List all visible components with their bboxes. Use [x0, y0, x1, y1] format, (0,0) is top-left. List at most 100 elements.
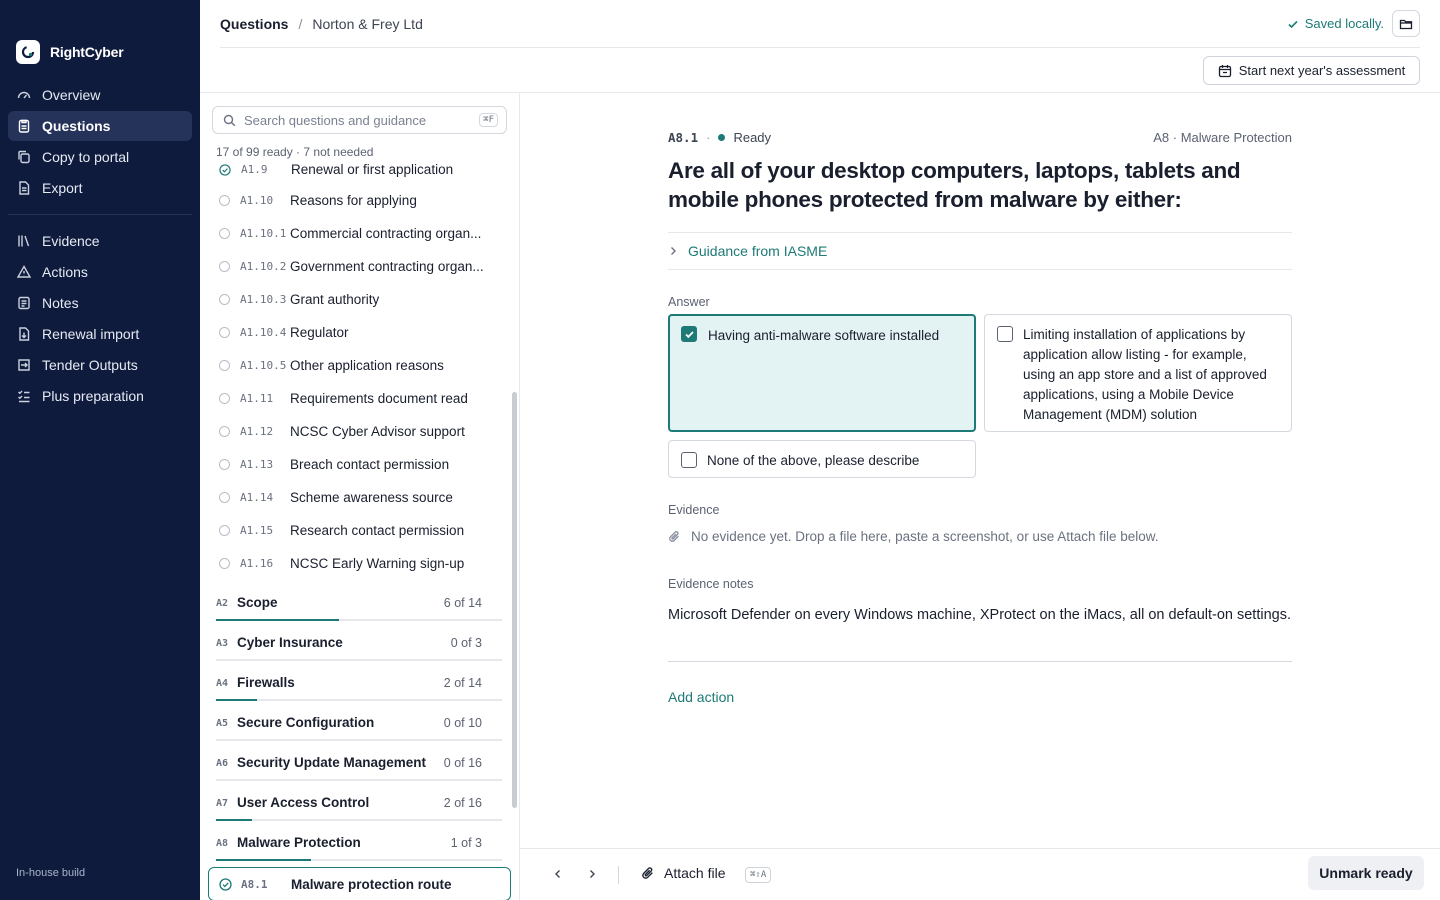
warning-icon [16, 265, 32, 278]
question-title: NCSC Cyber Advisor support [290, 424, 465, 439]
nav-item-copy-to-portal[interactable]: Copy to portal [8, 142, 192, 172]
nav-item-export[interactable]: Export [8, 173, 192, 203]
status-circle-icon [219, 459, 230, 470]
section-count: 0 of 10 [443, 716, 482, 730]
checkbox[interactable] [681, 326, 697, 342]
section-row-a3[interactable]: A3 Cyber Insurance 0 of 3 [216, 632, 502, 672]
question-row[interactable]: A1.14 Scheme awareness source [214, 481, 504, 514]
question-id: A1.10.2 [240, 260, 287, 273]
nav-item-evidence[interactable]: Evidence [8, 226, 192, 256]
question-title: Other application reasons [290, 358, 444, 373]
section-id: A7 [216, 798, 229, 809]
section-name: Secure Configuration [237, 715, 375, 730]
nav-item-overview[interactable]: Overview [8, 80, 192, 110]
nav-item-plus-preparation[interactable]: Plus preparation [8, 381, 192, 411]
evidence-dropzone[interactable]: No evidence yet. Drop a file here, paste… [668, 529, 1159, 544]
check-icon [1288, 20, 1298, 28]
question-id: A1.12 [240, 425, 274, 438]
bottom-toolbar: Attach file ⌘⇧A Unmark ready [520, 848, 1440, 900]
section-id: A3 [216, 638, 229, 649]
meta-separator: · [706, 130, 711, 145]
nav-label: Notes [42, 295, 79, 311]
start-next-assessment-button[interactable]: Start next year's assessment [1203, 56, 1420, 85]
nav-label: Actions [42, 264, 88, 280]
unmark-ready-button[interactable]: Unmark ready [1308, 856, 1424, 890]
section-name: Scope [237, 595, 278, 610]
section-id: A2 [216, 598, 229, 609]
question-id: A8.1 [241, 877, 268, 891]
checkbox[interactable] [997, 326, 1013, 342]
brand[interactable]: RightCyber [16, 40, 124, 64]
open-folder-button[interactable] [1392, 10, 1420, 37]
nav-item-renewal-import[interactable]: Renewal import [8, 319, 192, 349]
status-dot-icon [718, 134, 726, 141]
section-row-a6[interactable]: A6 Security Update Management 0 of 16 [216, 752, 502, 792]
question-row[interactable]: A1.10.4 Regulator [214, 316, 504, 349]
status-circle-icon [219, 360, 230, 371]
question-list-scrollbar[interactable] [512, 392, 517, 808]
question-row[interactable]: A1.10.2 Government contracting organ... [214, 250, 504, 283]
checkbox[interactable] [681, 452, 697, 468]
next-question-button[interactable] [584, 866, 600, 882]
question-id: A1.10.1 [240, 227, 287, 240]
option-label: None of the above, please describe [707, 453, 920, 468]
answer-option-none[interactable]: None of the above, please describe [668, 440, 976, 478]
section-row-a4[interactable]: A4 Firewalls 2 of 14 [216, 672, 502, 712]
breadcrumb-current[interactable]: Questions [220, 16, 288, 32]
save-status-text: Saved locally. [1304, 16, 1384, 31]
nav-label: Overview [42, 87, 101, 103]
search-input[interactable] [244, 112, 474, 128]
question-list: A1.9 Renewal or first application A1.10 … [200, 162, 510, 900]
question-title: Commercial contracting organ... [290, 226, 482, 241]
section-row-a2[interactable]: A2 Scope 6 of 14 [216, 592, 502, 632]
breadcrumb-client[interactable]: Norton & Frey Ltd [312, 16, 423, 32]
primary-nav: Overview Questions Copy to portal Export [8, 80, 192, 204]
question-row[interactable]: A1.10 Reasons for applying [214, 184, 504, 217]
attach-shortcut: ⌘⇧A [745, 867, 772, 883]
nav-item-tender-outputs[interactable]: Tender Outputs [8, 350, 192, 380]
secondary-nav: Evidence Actions Notes Renewal import Te… [8, 226, 192, 412]
nav-item-actions[interactable]: Actions [8, 257, 192, 287]
answer-option-allow-listing[interactable]: Limiting installation of applications by… [984, 314, 1292, 432]
question-row[interactable]: A1.11 Requirements document read [214, 382, 504, 415]
section-id: A8 [216, 838, 229, 849]
question-row[interactable]: A1.12 NCSC Cyber Advisor support [214, 415, 504, 448]
evidence-empty-text: No evidence yet. Drop a file here, paste… [691, 529, 1159, 544]
section-count: 0 of 16 [443, 756, 482, 770]
section-row-a7[interactable]: A7 User Access Control 2 of 16 [216, 792, 502, 832]
question-row[interactable]: A1.10.3 Grant authority [214, 283, 504, 316]
question-row-active[interactable]: A8.1 Malware protection route [208, 867, 511, 900]
chevron-right-icon [590, 870, 595, 878]
answer-option-anti-malware[interactable]: Having anti-malware software installed [668, 314, 976, 432]
section-id: A6 [216, 758, 229, 769]
nav-item-questions[interactable]: Questions [8, 111, 192, 141]
question-row[interactable]: A1.16 NCSC Early Warning sign-up [214, 547, 504, 580]
option-label: Having anti-malware software installed [708, 328, 940, 343]
question-meta: A8.1 · Ready A8 · Malware Protection [668, 130, 1292, 145]
search-box[interactable]: ⌘F [212, 106, 507, 134]
section-progress-track [216, 659, 502, 661]
question-id: A1.10.5 [240, 359, 287, 372]
previous-question-button[interactable] [550, 866, 566, 882]
question-row[interactable]: A1.15 Research contact permission [214, 514, 504, 547]
section-row-a5[interactable]: A5 Secure Configuration 0 of 10 [216, 712, 502, 752]
question-row-a1-9[interactable]: A1.9 Renewal or first application [214, 162, 504, 186]
question-row[interactable]: A1.10.1 Commercial contracting organ... [214, 217, 504, 250]
section-name: Cyber Insurance [237, 635, 343, 650]
question-row[interactable]: A1.13 Breach contact permission [214, 448, 504, 481]
check-icon [684, 330, 694, 338]
section-progress-fill [216, 819, 252, 821]
library-icon [18, 235, 30, 247]
folder-icon [1399, 19, 1413, 29]
attach-file-button[interactable]: Attach file [641, 865, 725, 881]
nav-label: Questions [42, 118, 111, 134]
add-action-link[interactable]: Add action [668, 689, 734, 705]
nav-item-notes[interactable]: Notes [8, 288, 192, 318]
section-row-a8[interactable]: A8 Malware Protection 1 of 3 [216, 832, 502, 872]
search-icon [223, 114, 236, 126]
section-progress-fill [216, 619, 339, 621]
section-id: A4 [216, 678, 229, 689]
question-row[interactable]: A1.10.5 Other application reasons [214, 349, 504, 382]
guidance-toggle[interactable]: Guidance from IASME [668, 232, 1292, 270]
evidence-notes-field[interactable]: Microsoft Defender on every Windows mach… [668, 604, 1292, 662]
